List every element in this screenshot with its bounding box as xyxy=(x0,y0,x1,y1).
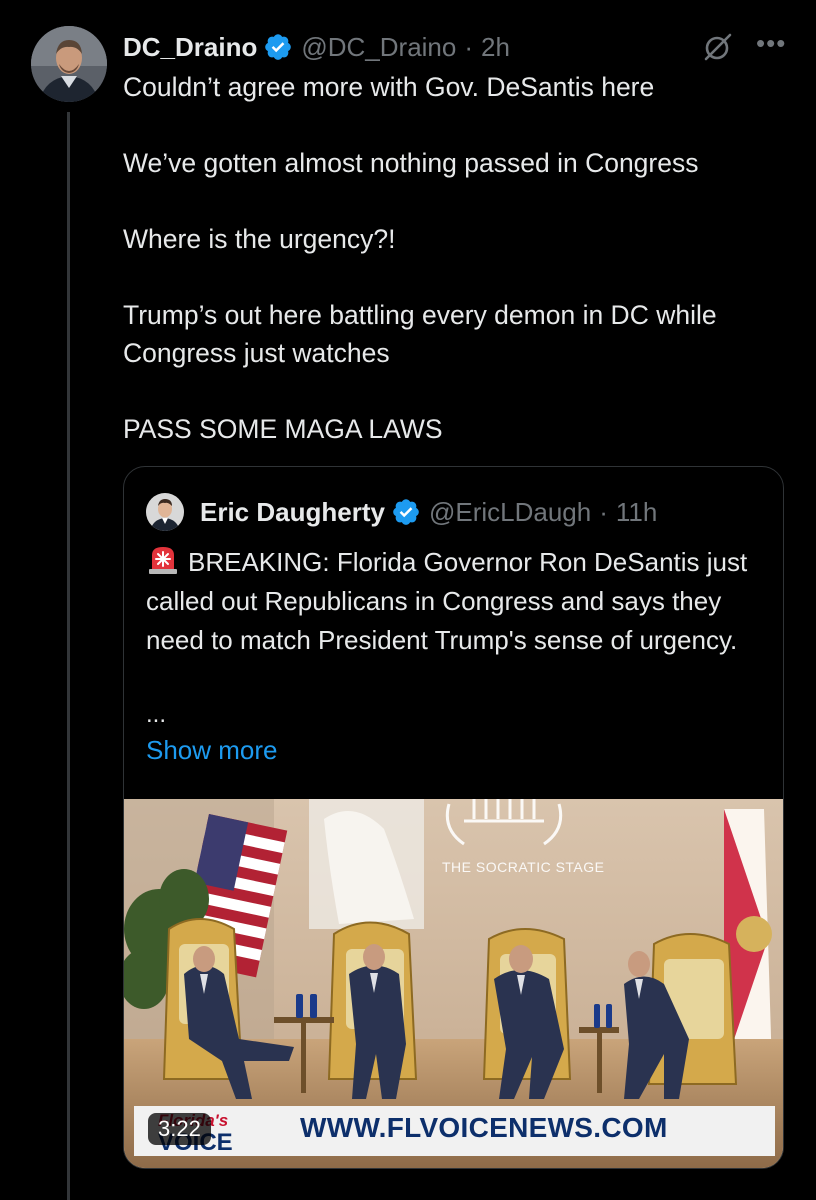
quoted-author-avatar xyxy=(146,493,184,531)
video-player[interactable]: THE SOCRATIC STAGE Florida's VOICE WWW.F… xyxy=(124,799,783,1168)
thread-line xyxy=(67,112,70,1200)
tweet-paragraph: Trump’s out here battling every demon in… xyxy=(123,300,717,368)
stage-title: THE SOCRATIC STAGE xyxy=(442,859,605,875)
tweet-paragraph: PASS SOME MAGA LAWS xyxy=(123,414,443,444)
banner-url: WWW.FLVOICENEWS.COM xyxy=(300,1112,668,1143)
grok-icon[interactable] xyxy=(702,31,734,63)
quoted-body-text: BREAKING: Florida Governor Ron DeSantis … xyxy=(146,547,748,655)
verified-badge-icon xyxy=(263,32,293,62)
author-name[interactable]: DC_Draino xyxy=(123,32,257,63)
quoted-timestamp[interactable]: 11h xyxy=(616,497,657,528)
tweet-paragraph: We’ve gotten almost nothing passed in Co… xyxy=(123,148,699,178)
video-duration-badge: 3:22 xyxy=(148,1113,211,1145)
quoted-tweet-card[interactable]: Eric Daugherty @EricLDaugh · 11h BREAKIN… xyxy=(123,466,784,1169)
quoted-tweet-header: Eric Daugherty @EricLDaugh · 11h xyxy=(146,493,763,531)
rotating-light-emoji-icon xyxy=(146,545,180,575)
show-more-link[interactable]: Show more xyxy=(146,732,278,768)
separator-dot: · xyxy=(599,496,608,527)
more-options-icon[interactable]: ••• xyxy=(756,29,786,61)
quoted-author-name[interactable]: Eric Daugherty xyxy=(200,497,385,528)
tweet-paragraph: Couldn’t agree more with Gov. DeSantis h… xyxy=(123,72,655,102)
quoted-author-handle[interactable]: @EricLDaugh xyxy=(429,497,591,528)
verified-badge-icon xyxy=(391,497,421,527)
tweet-text: Couldn’t agree more with Gov. DeSantis h… xyxy=(123,68,783,448)
separator-dot: · xyxy=(464,31,474,62)
truncation-ellipsis: ... xyxy=(146,701,167,728)
tweet-paragraph: Where is the urgency?! xyxy=(123,224,396,254)
author-avatar[interactable] xyxy=(31,26,107,102)
timestamp[interactable]: 2h xyxy=(481,32,510,63)
author-handle[interactable]: @DC_Draino xyxy=(301,32,456,63)
quoted-tweet-text: BREAKING: Florida Governor Ron DeSantis … xyxy=(146,543,761,660)
tweet-header: DC_Draino @DC_Draino · 2h ••• xyxy=(123,27,786,67)
